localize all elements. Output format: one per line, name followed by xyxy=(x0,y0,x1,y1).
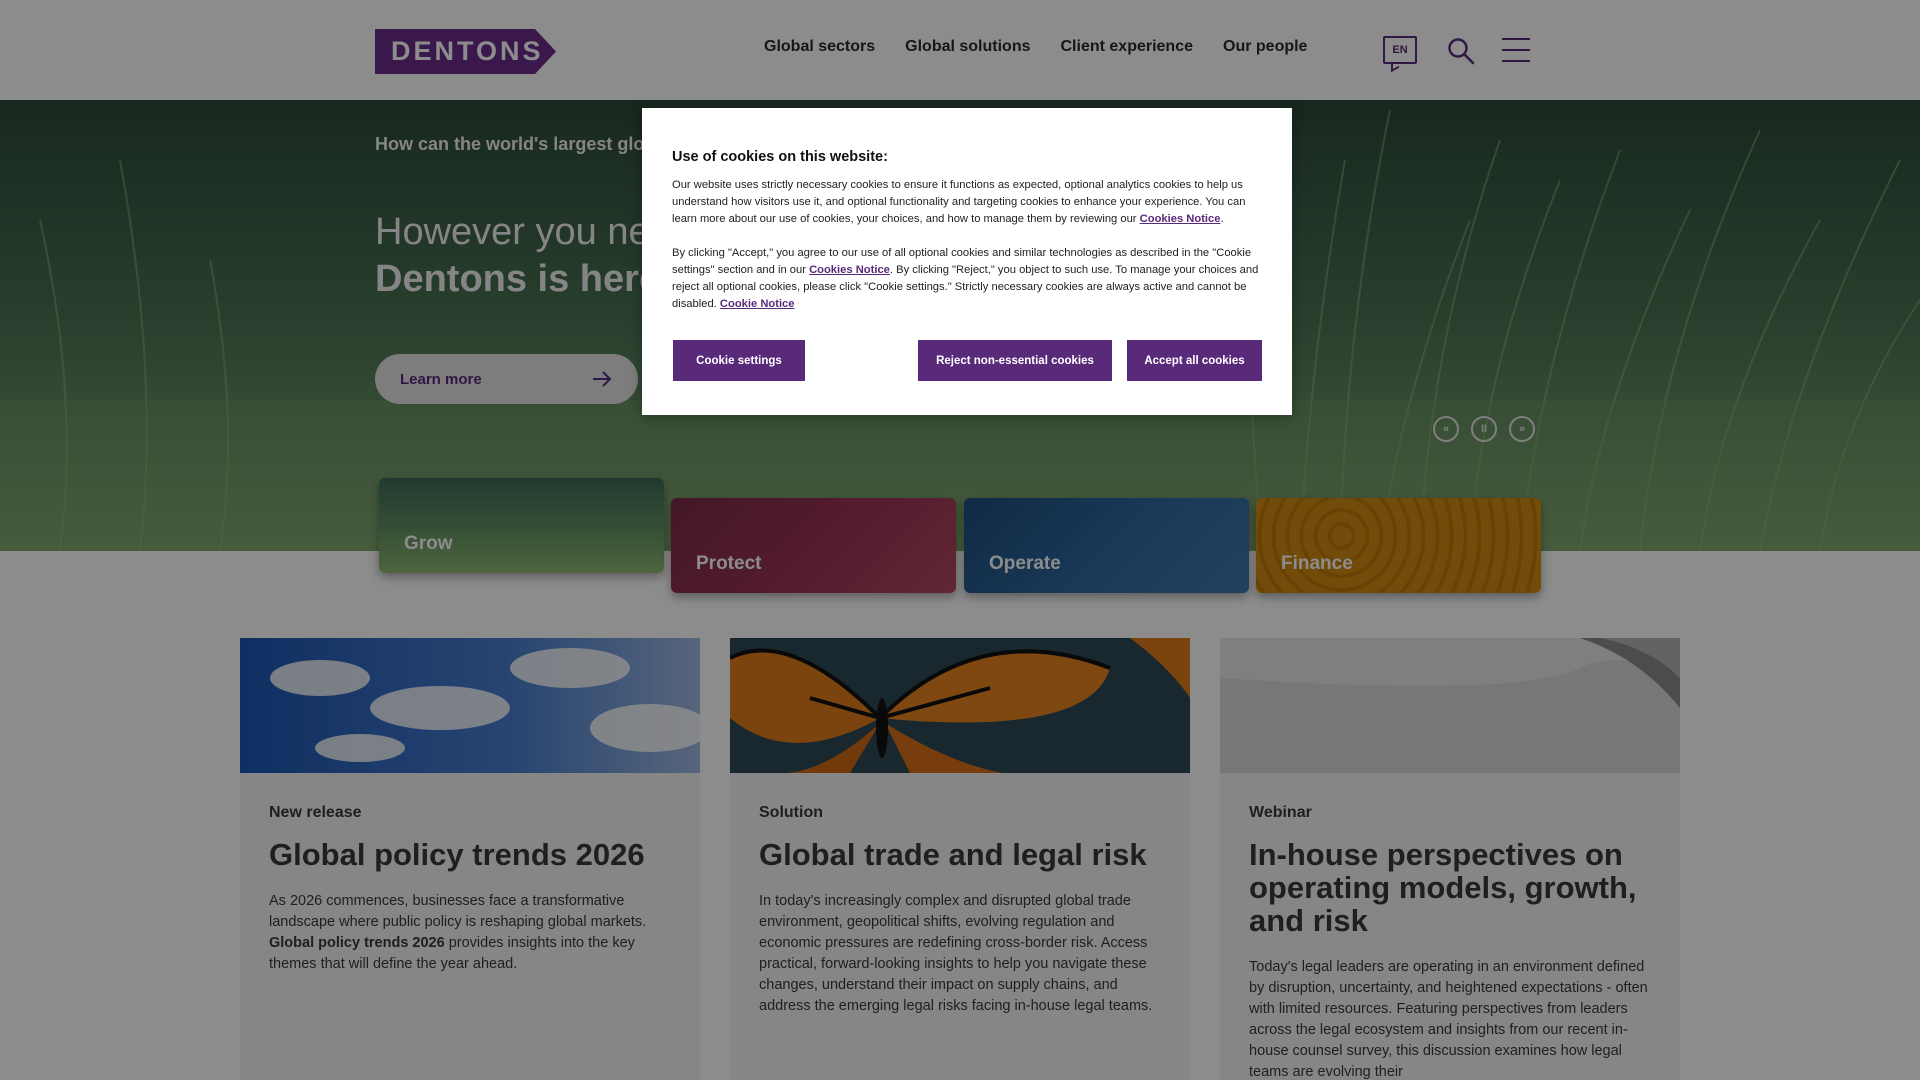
cookie-text-end: . xyxy=(1220,213,1224,225)
cookie-paragraph-2: By clicking "Accept," you agree to our u… xyxy=(672,245,1266,313)
accept-all-cookies-button[interactable]: Accept all cookies xyxy=(1127,340,1262,381)
cookie-notice-link[interactable]: Cookie Notice xyxy=(720,298,795,310)
reject-cookies-button[interactable]: Reject non-essential cookies xyxy=(918,340,1112,381)
cookie-paragraph-1: Our website uses strictly necessary cook… xyxy=(672,177,1266,228)
cookies-notice-link-2[interactable]: Cookies Notice xyxy=(809,264,890,276)
cookies-notice-link[interactable]: Cookies Notice xyxy=(1140,213,1221,225)
cookie-consent-dialog: Use of cookies on this website: Our webs… xyxy=(642,108,1292,415)
cookie-settings-button[interactable]: Cookie settings xyxy=(673,340,805,381)
cookie-dialog-title: Use of cookies on this website: xyxy=(672,149,888,165)
